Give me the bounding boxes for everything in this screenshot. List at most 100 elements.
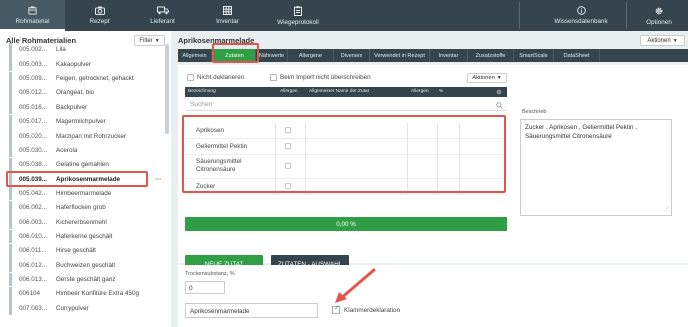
- list-item-indicator: [9, 143, 12, 158]
- page-title: Aprikosenmarmelade: [178, 36, 255, 45]
- table-row[interactable]: Zucker: [185, 179, 507, 195]
- list-item[interactable]: 007.003... Currypulver: [6, 301, 166, 316]
- material-code: 006104: [19, 290, 41, 298]
- column-divider: [275, 123, 276, 138]
- column-divider: [305, 139, 306, 154]
- tab-verwendet-in-rezept[interactable]: Verwendet in Rezept: [370, 49, 430, 62]
- material-code: 005.017...: [19, 118, 48, 126]
- search-input[interactable]: Suchen: [190, 101, 212, 108]
- table-row[interactable]: Geliermittel Pektin: [185, 139, 507, 155]
- ingredient-actions-dropdown[interactable]: Aktionen ▼: [467, 73, 507, 83]
- tab-allergene[interactable]: Allergene: [288, 49, 334, 62]
- annotation-arrow-icon: [335, 268, 376, 303]
- material-code: 005.009...: [19, 75, 48, 83]
- nav-label: Wissensdatenbank: [554, 18, 608, 25]
- list-item[interactable]: 006104 Himbeer Konfitüre Extra 450g: [6, 286, 166, 301]
- list-item[interactable]: 006.012... Buchweizen geschält: [6, 258, 166, 273]
- list-item[interactable]: 005.030... Acerola: [6, 143, 166, 158]
- allergen-checkbox[interactable]: [285, 183, 291, 189]
- tab-naehrwerte[interactable]: Nährwerte: [256, 49, 288, 62]
- recipe-name-field[interactable]: Aprikosenmarmelade: [185, 303, 318, 318]
- material-code: 006.010...: [19, 232, 48, 240]
- actions-dropdown[interactable]: Aktionen ▼: [640, 35, 685, 46]
- list-item-indicator: [9, 114, 12, 129]
- nicht-deklarieren-checkbox[interactable]: [187, 74, 194, 81]
- raw-material-sidebar: Alle Rohmaterialien Filter ▼ 005.002... L…: [0, 31, 171, 327]
- nav-label: Optionen: [646, 18, 672, 26]
- resize-handle-icon[interactable]: ⟋: [665, 206, 669, 215]
- material-code: 005.042...: [19, 189, 48, 197]
- klammerdeklaration-checkbox[interactable]: [332, 304, 340, 314]
- ingredient-name: Säuerungsmittel Citronensäure: [196, 158, 242, 173]
- material-name: Backpulver: [56, 103, 88, 111]
- material-name: Orangeat, bio: [56, 89, 95, 97]
- percentage-total-bar: 0,00 %: [185, 217, 507, 231]
- tab-allgemein[interactable]: Allgemein: [178, 49, 212, 62]
- nav-rezept[interactable]: Rezept: [67, 0, 132, 31]
- nav-rohmaterial[interactable]: Rohmaterial: [0, 0, 65, 31]
- list-item[interactable]: 006.003... Kichererbsenmehl: [6, 215, 166, 230]
- settings-dot-icon[interactable]: [496, 89, 502, 95]
- column-divider: [459, 179, 460, 194]
- tab-zutaten[interactable]: Zutaten: [214, 49, 256, 62]
- list-item-selected[interactable]: 005.039... Aprikosenmarmelade ···: [6, 172, 166, 187]
- list-item-indicator: [9, 301, 12, 316]
- table-row[interactable]: Säuerungsmittel Citronensäure: [185, 155, 507, 179]
- material-code: 005.003...: [19, 60, 48, 68]
- list-item-indicator: [9, 258, 12, 273]
- tab-datasheet[interactable]: DataSheet: [554, 49, 600, 62]
- list-item[interactable]: 005.016... Backpulver: [6, 100, 166, 115]
- list-item[interactable]: 006.011... Hirse geschält: [6, 243, 166, 258]
- column-divider: [275, 179, 276, 194]
- list-item[interactable]: 005.002... Lila: [6, 43, 166, 57]
- dry-matter-input[interactable]: 0: [185, 281, 225, 294]
- table-row[interactable]: Aprikosen: [185, 123, 507, 139]
- search-row[interactable]: Suchen: [185, 100, 507, 111]
- list-item[interactable]: 005.017... Magermilchpulver: [6, 114, 166, 129]
- list-item-indicator: [9, 186, 12, 201]
- chevron-down-icon: ▼: [496, 75, 502, 81]
- nav-wiegeprotokoll[interactable]: Wiegeprotokoll: [262, 0, 334, 31]
- material-code: 007.003...: [19, 304, 48, 312]
- material-code: 005.002...: [19, 46, 48, 54]
- tab-smartscale[interactable]: SmartScale: [514, 49, 554, 62]
- list-item[interactable]: 006.002... Haferflocken grob: [6, 200, 166, 215]
- chevron-down-icon: ▼: [672, 37, 678, 44]
- import-checkbox[interactable]: [270, 74, 277, 81]
- list-item[interactable]: 005.020... Marzipan mit Rohrzucker: [6, 129, 166, 143]
- list-item[interactable]: 006.013... Gerste geschält ganz: [6, 272, 166, 287]
- material-code: 005.012...: [19, 89, 48, 97]
- tab-zusatzstoffe[interactable]: Zusatzstoffe: [468, 49, 514, 62]
- allergen-checkbox[interactable]: [285, 143, 291, 149]
- nav-wissensdatenbank[interactable]: Wissensdatenbank: [540, 0, 622, 31]
- material-name: Feigen, getrocknet, gehackt: [56, 75, 134, 83]
- info-icon: [576, 6, 586, 15]
- material-code: 006.012...: [19, 261, 48, 269]
- description-textarea[interactable]: Zucker , Aprikosen , Geliermittel Pektin…: [520, 119, 672, 216]
- nav-lieferant[interactable]: Lieferant: [130, 0, 195, 31]
- list-item[interactable]: 005.038... Gelatine gemahlen: [6, 157, 166, 172]
- list-item[interactable]: 005.009... Feigen, getrocknet, gehackt: [6, 71, 166, 86]
- list-item-indicator: [9, 286, 12, 301]
- more-options-icon[interactable]: ···: [155, 176, 161, 183]
- list-item[interactable]: 005.012... Orangeat, bio: [6, 86, 166, 100]
- description-label: Beschrieb: [522, 109, 547, 115]
- allergen-checkbox[interactable]: [285, 163, 291, 169]
- grid-icon: [223, 6, 232, 15]
- tab-diverses[interactable]: Diverses: [334, 49, 370, 62]
- tab-inventar[interactable]: Inventar: [430, 49, 468, 62]
- list-item[interactable]: 005.003... Kakaopulver: [6, 57, 166, 72]
- column-divider: [407, 139, 408, 154]
- nav-label: Rohmaterial: [15, 18, 50, 25]
- material-name: Kakaopulver: [56, 60, 92, 68]
- list-item[interactable]: 006.010... Haferkerne geschält: [6, 229, 166, 244]
- nav-optionen[interactable]: Optionen: [630, 0, 688, 31]
- allergen-checkbox[interactable]: [285, 127, 291, 133]
- nav-inventar[interactable]: Inventar: [195, 0, 260, 31]
- ingredients-content: Nicht deklarieren Beim Import nicht über…: [178, 65, 688, 273]
- material-name: Aprikosenmarmelade: [56, 175, 121, 183]
- material-code: 005.030...: [19, 146, 48, 154]
- clipboard-icon: [294, 5, 302, 16]
- list-item[interactable]: 005.042... Himbeermarmelade: [6, 186, 166, 201]
- search-icon[interactable]: [496, 102, 503, 109]
